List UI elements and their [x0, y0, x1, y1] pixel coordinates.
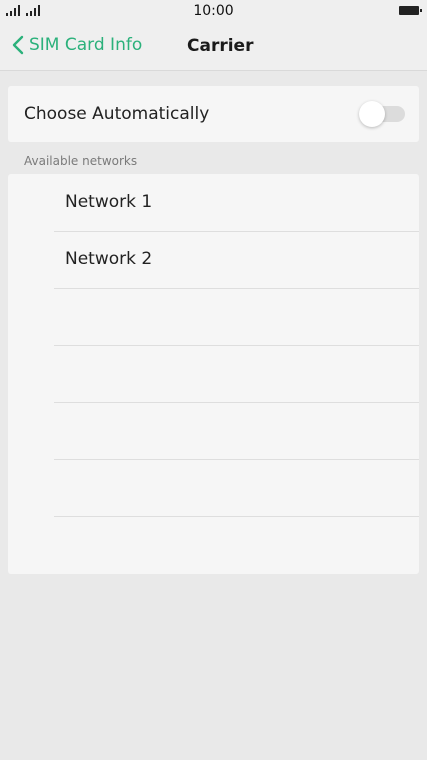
network-item[interactable] [54, 288, 419, 346]
network-item[interactable] [54, 402, 419, 460]
network-item[interactable] [54, 345, 419, 403]
toggle-knob [359, 101, 385, 127]
choose-automatically-row[interactable]: Choose Automatically [8, 86, 419, 142]
back-button[interactable]: SIM Card Info [12, 35, 142, 55]
chevron-left-icon [12, 35, 24, 55]
battery-icon [399, 6, 422, 15]
network-item[interactable]: Network 2 [54, 231, 419, 289]
networks-list: Network 1 Network 2 [8, 174, 419, 574]
network-item[interactable]: Network 1 [54, 174, 419, 232]
back-label: SIM Card Info [29, 35, 143, 55]
network-label: Network 1 [65, 192, 153, 212]
network-item[interactable] [54, 459, 419, 517]
status-time: 10:00 [193, 3, 234, 19]
page-title: Carrier [187, 36, 254, 56]
header: SIM Card Info Carrier [0, 22, 427, 71]
choose-automatically-label: Choose Automatically [24, 104, 210, 124]
choose-automatically-toggle[interactable] [359, 101, 405, 127]
status-bar: 10:00 [0, 0, 427, 22]
network-label: Network 2 [65, 249, 153, 269]
available-networks-heading: Available networks [24, 154, 138, 168]
